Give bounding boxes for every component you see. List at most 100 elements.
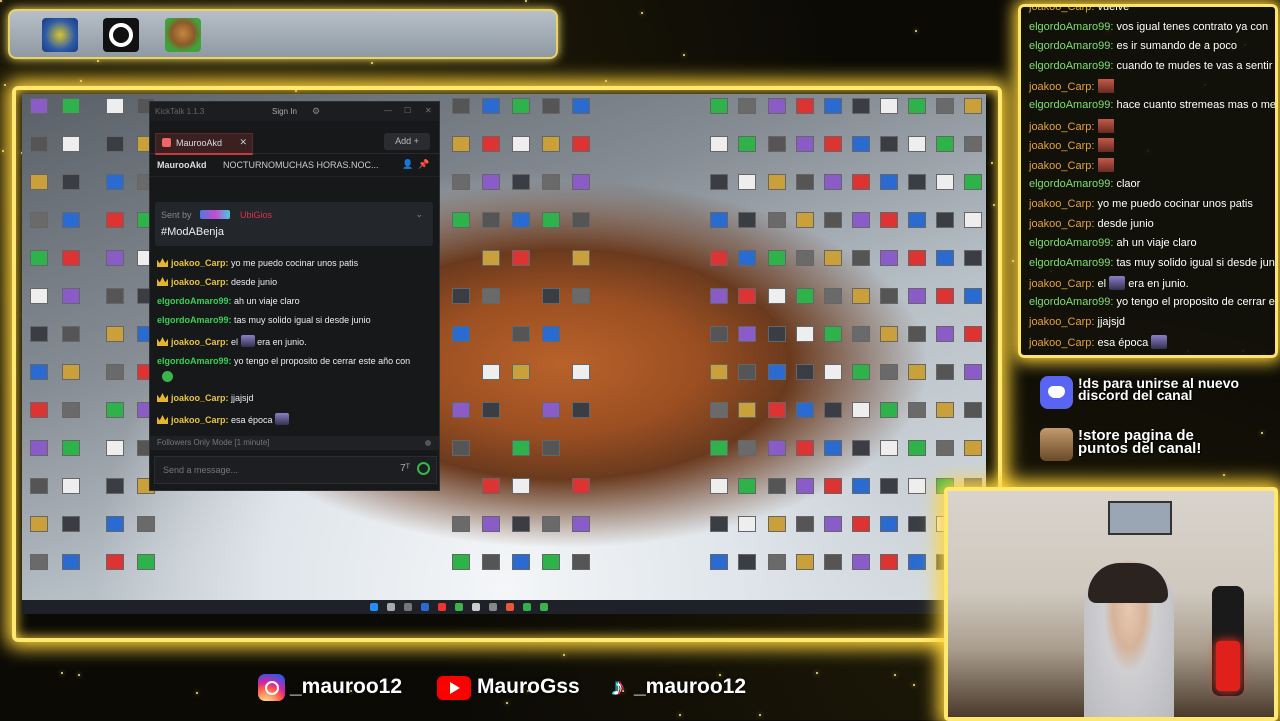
desktop-file-icon[interactable]	[936, 212, 954, 228]
desktop-file-icon[interactable]	[106, 288, 124, 304]
desktop-file-icon[interactable]	[512, 98, 530, 114]
desktop-file-icon[interactable]	[796, 98, 814, 114]
desktop-file-icon[interactable]	[710, 440, 728, 456]
kick-emote-icon[interactable]	[417, 462, 430, 475]
desktop-file-icon[interactable]	[936, 98, 954, 114]
desktop-file-icon[interactable]	[964, 136, 982, 152]
desktop-file-icon[interactable]	[936, 326, 954, 342]
desktop-file-icon[interactable]	[572, 516, 590, 532]
desktop-file-icon[interactable]	[824, 174, 842, 190]
desktop-file-icon[interactable]	[880, 364, 898, 380]
desktop-file-icon[interactable]	[852, 250, 870, 266]
desktop-file-icon[interactable]	[908, 136, 926, 152]
desktop-file-icon[interactable]	[880, 554, 898, 570]
desktop-file-icon[interactable]	[964, 174, 982, 190]
desktop-file-icon[interactable]	[482, 212, 500, 228]
desktop-file-icon[interactable]	[512, 516, 530, 532]
message-input[interactable]: Send a message... 7ᵀ	[154, 456, 437, 484]
desktop-file-icon[interactable]	[908, 516, 926, 532]
desktop-file-icon[interactable]	[482, 136, 500, 152]
desktop-file-icon[interactable]	[512, 136, 530, 152]
user-icon[interactable]: 👤	[402, 159, 413, 170]
desktop-file-icon[interactable]	[572, 212, 590, 228]
desktop-file-icon[interactable]	[738, 516, 756, 532]
desktop-file-icon[interactable]	[738, 402, 756, 418]
desktop-file-icon[interactable]	[710, 478, 728, 494]
desktop-file-icon[interactable]	[880, 288, 898, 304]
add-tab-button[interactable]: Add +	[384, 133, 430, 150]
desktop-file-icon[interactable]	[824, 440, 842, 456]
desktop-file-icon[interactable]	[796, 174, 814, 190]
desktop-file-icon[interactable]	[30, 364, 48, 380]
desktop-file-icon[interactable]	[572, 402, 590, 418]
taskbar-app-icon[interactable]	[540, 603, 548, 611]
taskbar-app-icon[interactable]	[455, 603, 463, 611]
desktop-file-icon[interactable]	[30, 288, 48, 304]
desktop-file-icon[interactable]	[768, 554, 786, 570]
desktop-file-icon[interactable]	[542, 402, 560, 418]
desktop-file-icon[interactable]	[572, 250, 590, 266]
desktop-file-icon[interactable]	[572, 174, 590, 190]
taskbar-app-icon[interactable]	[438, 603, 446, 611]
desktop-file-icon[interactable]	[30, 174, 48, 190]
desktop-file-icon[interactable]	[824, 212, 842, 228]
desktop-file-icon[interactable]	[106, 250, 124, 266]
desktop-file-icon[interactable]	[30, 554, 48, 570]
desktop-file-icon[interactable]	[482, 402, 500, 418]
desktop-file-icon[interactable]	[936, 364, 954, 380]
desktop-file-icon[interactable]	[824, 516, 842, 532]
desktop-file-icon[interactable]	[852, 174, 870, 190]
desktop-file-icon[interactable]	[512, 250, 530, 266]
desktop-file-icon[interactable]	[738, 478, 756, 494]
desktop-file-icon[interactable]	[964, 326, 982, 342]
info-icon[interactable]	[425, 440, 431, 446]
desktop-file-icon[interactable]	[852, 440, 870, 456]
desktop-file-icon[interactable]	[796, 364, 814, 380]
desktop-file-icon[interactable]	[30, 440, 48, 456]
desktop-file-icon[interactable]	[768, 402, 786, 418]
desktop-file-icon[interactable]	[936, 250, 954, 266]
desktop-file-icon[interactable]	[908, 174, 926, 190]
desktop-file-icon[interactable]	[482, 174, 500, 190]
desktop-file-icon[interactable]	[880, 250, 898, 266]
desktop-file-icon[interactable]	[62, 250, 80, 266]
desktop-file-icon[interactable]	[738, 440, 756, 456]
desktop-file-icon[interactable]	[796, 554, 814, 570]
desktop-file-icon[interactable]	[482, 478, 500, 494]
chat-username[interactable]: joakoo_Carp	[171, 277, 226, 287]
desktop-file-icon[interactable]	[106, 326, 124, 342]
desktop-file-icon[interactable]	[964, 288, 982, 304]
desktop-file-icon[interactable]	[452, 98, 470, 114]
desktop-file-icon[interactable]	[796, 212, 814, 228]
desktop-file-icon[interactable]	[964, 212, 982, 228]
desktop-file-icon[interactable]	[452, 516, 470, 532]
desktop-file-icon[interactable]	[964, 402, 982, 418]
maximize-icon[interactable]: ☐	[404, 106, 411, 115]
chat-username[interactable]: joakoo_Carp	[171, 258, 226, 268]
desktop-file-icon[interactable]	[30, 402, 48, 418]
desktop-file-icon[interactable]	[452, 402, 470, 418]
desktop-file-icon[interactable]	[137, 554, 155, 570]
desktop-file-icon[interactable]	[572, 288, 590, 304]
desktop-file-icon[interactable]	[572, 136, 590, 152]
pinned-message[interactable]: Sent by UbiGios ⌄ #ModABenja	[155, 202, 433, 246]
desktop-file-icon[interactable]	[796, 326, 814, 342]
desktop-file-icon[interactable]	[964, 364, 982, 380]
desktop-file-icon[interactable]	[512, 440, 530, 456]
desktop-file-icon[interactable]	[542, 212, 560, 228]
chat-username[interactable]: elgordoAmaro99	[157, 315, 229, 325]
desktop-file-icon[interactable]	[106, 554, 124, 570]
desktop-file-icon[interactable]	[482, 554, 500, 570]
desktop-file-icon[interactable]	[572, 554, 590, 570]
desktop-file-icon[interactable]	[106, 364, 124, 380]
desktop-file-icon[interactable]	[106, 212, 124, 228]
desktop-file-icon[interactable]	[796, 288, 814, 304]
desktop-file-icon[interactable]	[62, 136, 80, 152]
taskbar-app-icon[interactable]	[506, 603, 514, 611]
tab-maurooakd[interactable]: MaurooAkd ✕	[155, 133, 253, 155]
desktop-file-icon[interactable]	[824, 136, 842, 152]
chat-username[interactable]: elgordoAmaro99	[157, 356, 229, 366]
desktop-file-icon[interactable]	[768, 98, 786, 114]
desktop-file-icon[interactable]	[880, 136, 898, 152]
desktop-file-icon[interactable]	[106, 98, 124, 114]
